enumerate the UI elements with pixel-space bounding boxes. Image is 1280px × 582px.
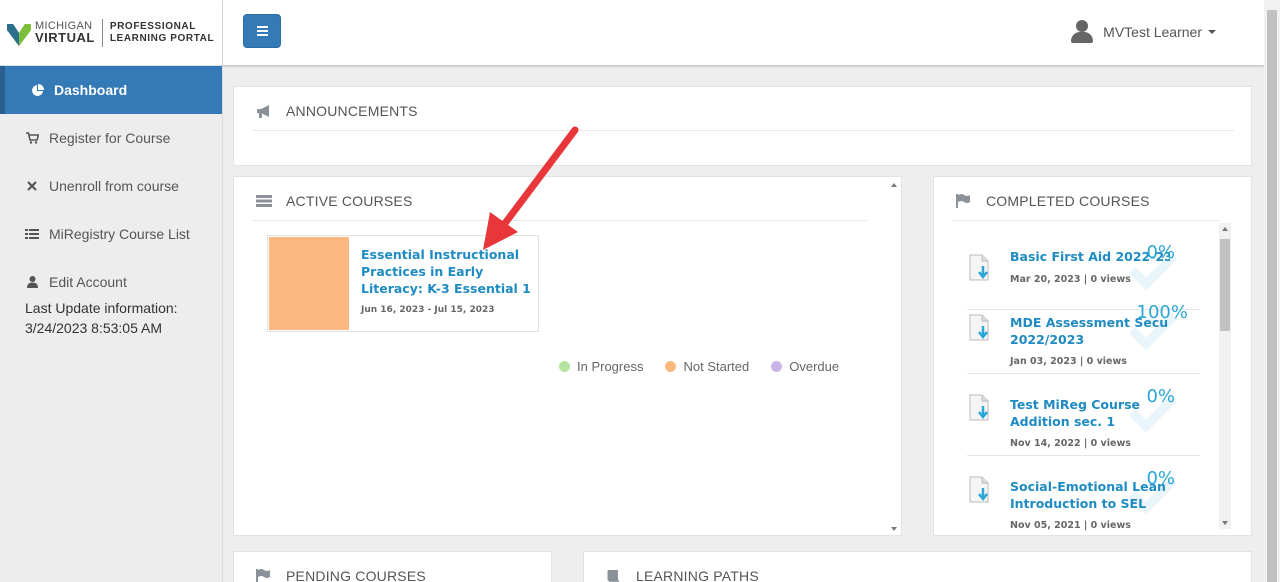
status-legend: In Progress Not Started Overdue [559, 359, 861, 374]
user-icon [25, 275, 39, 289]
completed-course-meta: Nov 14, 2022 | 0 views [1010, 438, 1131, 449]
active-courses-scrollbar[interactable] [888, 183, 900, 531]
portal-name-line1: PROFESSIONAL [109, 20, 196, 32]
hamburger-icon [256, 26, 268, 28]
menu-toggle-button[interactable] [243, 14, 281, 48]
pie-chart-icon [30, 83, 44, 97]
completion-percent: 0% [1146, 468, 1175, 489]
document-download-icon [969, 476, 989, 503]
pending-courses-panel: PENDING COURSES [233, 551, 552, 582]
page-scrollbar[interactable] [1264, 0, 1280, 582]
learning-paths-title: LEARNING PATHS [606, 568, 759, 582]
completed-courses-title: COMPLETED COURSES [956, 193, 1150, 209]
logo-divider [101, 18, 103, 47]
sidebar-item-register[interactable]: Register for Course [0, 114, 222, 162]
learning-paths-panel: LEARNING PATHS [583, 551, 1252, 582]
logo-line2: VIRTUAL [35, 30, 95, 45]
scroll-down-icon[interactable] [1222, 521, 1228, 525]
divider [252, 220, 867, 221]
user-avatar-icon [1071, 20, 1094, 44]
legend-dot [559, 361, 570, 372]
legend-dot [771, 361, 783, 372]
sidebar: MICHIGAN VIRTUAL PROFESSIONAL LEARNING P… [0, 0, 223, 582]
legend-overdue: Overdue [771, 359, 839, 374]
last-update-info: Last Update information: 3/24/2023 8:53:… [0, 298, 222, 338]
page-scrollbar-thumb[interactable] [1267, 10, 1277, 582]
completed-courses-scrollbar[interactable] [1219, 223, 1231, 529]
completed-course-meta: Jan 03, 2023 | 0 views [1010, 356, 1127, 367]
sidebar-item-label: Edit Account [49, 274, 127, 290]
last-update-label: Last Update information: [25, 300, 178, 316]
completed-course-item[interactable]: MDE Assessment Secu 2022/2023 Jan 03, 20… [967, 292, 1200, 374]
sidebar-item-dashboard[interactable]: Dashboard [0, 66, 222, 114]
document-download-icon [969, 314, 989, 341]
completed-course-meta: Nov 05, 2021 | 0 views [1010, 520, 1131, 531]
flag-icon [956, 194, 974, 208]
cart-icon [25, 131, 39, 145]
course-card[interactable]: Essential Instructional Practices in Ear… [267, 235, 539, 332]
caret-down-icon [1208, 30, 1216, 34]
document-download-icon [969, 394, 989, 421]
announcements-title: ANNOUNCEMENTS [256, 103, 418, 119]
user-menu[interactable]: MVTest Learner [1071, 20, 1216, 44]
top-header: MVTest Learner [223, 0, 1264, 66]
sidebar-item-label: Unenroll from course [49, 178, 179, 194]
user-name: MVTest Learner [1103, 24, 1202, 40]
completion-percent: 0% [1146, 242, 1175, 263]
active-courses-title: ACTIVE COURSES [256, 193, 413, 209]
completed-course-title-line2[interactable]: Introduction to SEL [1010, 495, 1170, 512]
sidebar-item-label: MiRegistry Course List [49, 226, 190, 242]
completed-course-item[interactable]: Test MiReg Course Addition sec. 1 Nov 14… [967, 374, 1200, 456]
portal-name-line2: LEARNING PORTAL [109, 32, 215, 44]
document-download-icon [969, 254, 989, 281]
active-courses-panel: ACTIVE COURSES Essential Instructional P… [233, 176, 902, 536]
course-dates: Jun 16, 2023 - Jul 15, 2023 [361, 305, 495, 315]
pending-courses-title: PENDING COURSES [256, 568, 426, 582]
course-status-color [269, 237, 349, 330]
last-update-value: 3/24/2023 8:53:05 AM [25, 320, 162, 336]
sidebar-item-unenroll[interactable]: Unenroll from course [0, 162, 222, 210]
flag-icon [256, 569, 274, 582]
sidebar-item-label: Dashboard [54, 82, 128, 98]
completion-percent: 100% [1136, 302, 1188, 323]
bullhorn-icon [256, 104, 274, 118]
completion-percent: 0% [1146, 386, 1175, 407]
divider [952, 220, 1220, 221]
legend-dot [665, 361, 677, 372]
courses-icon [256, 194, 274, 208]
scrollbar-thumb[interactable] [1220, 239, 1230, 331]
course-title-link[interactable]: Essential Instructional Practices in Ear… [361, 246, 531, 297]
legend-not-started: Not Started [665, 359, 749, 374]
scroll-down-icon[interactable] [891, 527, 897, 531]
completed-course-title-line2[interactable]: Addition sec. 1 [1010, 413, 1170, 430]
list-icon [25, 227, 39, 241]
scroll-up-icon[interactable] [891, 183, 897, 187]
completed-course-title-line2[interactable]: 2022/2023 [1010, 331, 1170, 348]
announcements-panel: ANNOUNCEMENTS [233, 86, 1252, 166]
x-icon [25, 179, 39, 193]
completed-course-item[interactable]: Social-Emotional Lean Introduction to SE… [967, 456, 1200, 531]
book-icon [606, 569, 624, 582]
divider [252, 130, 1234, 131]
michigan-virtual-logo-icon [7, 23, 31, 46]
sidebar-item-miregistry[interactable]: MiRegistry Course List [0, 210, 222, 258]
legend-in-progress: In Progress [559, 359, 643, 374]
completed-courses-panel: COMPLETED COURSES Basic First Aid 2022-2… [933, 176, 1252, 536]
sidebar-item-label: Register for Course [49, 130, 171, 146]
logo[interactable]: MICHIGAN VIRTUAL PROFESSIONAL LEARNING P… [0, 0, 222, 66]
completed-course-meta: Mar 20, 2023 | 0 views [1010, 274, 1131, 285]
scroll-up-icon[interactable] [1222, 227, 1228, 231]
